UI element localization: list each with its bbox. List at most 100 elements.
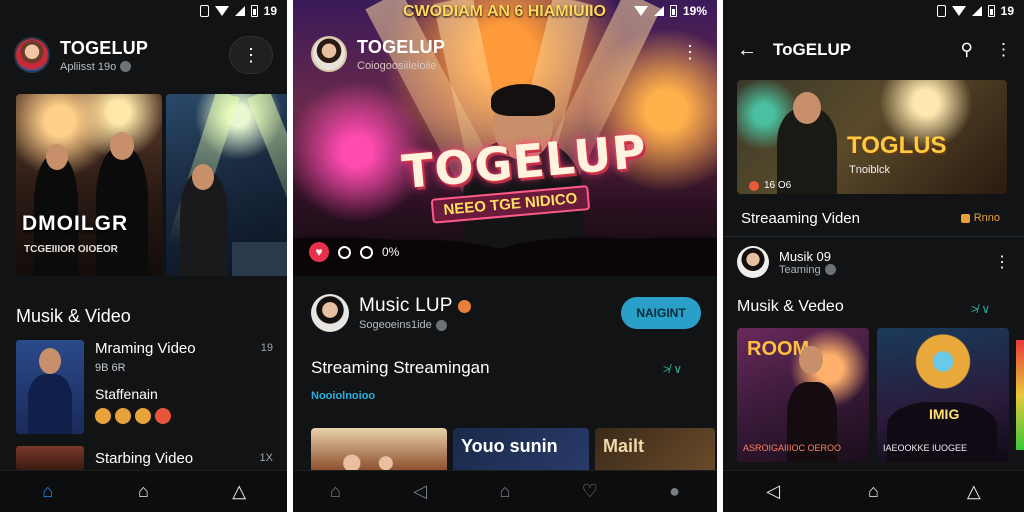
list-item[interactable]: Starbing Video 1X [16, 446, 275, 470]
video-thumbnail[interactable] [16, 340, 84, 434]
channel-avatar[interactable] [311, 36, 347, 72]
section-title: Musik & Video [16, 306, 131, 326]
item-more[interactable]: 1X [260, 452, 273, 464]
divider [723, 236, 1024, 237]
status-text: 19 [263, 4, 277, 18]
channel-subtitle: Apliisst 19o [60, 60, 117, 73]
channel-avatar[interactable] [737, 246, 769, 278]
section-title: Musik & Vedeo [737, 298, 844, 315]
home-outline-icon[interactable]: ⌂ [862, 481, 884, 503]
home-icon[interactable]: ⌂ [324, 481, 346, 503]
back-icon[interactable]: ◁ [762, 481, 784, 503]
item-title: Mraming Video [95, 340, 196, 357]
more-options-icon[interactable]: ⋮ [681, 42, 699, 63]
search-icon[interactable]: ⚲ [961, 40, 973, 60]
verified-icon [120, 61, 132, 72]
reaction-row [95, 408, 275, 424]
card-subtitle: IAEOOKKE IUOGEE [883, 443, 968, 454]
banner-title: DMOILGR [22, 212, 129, 235]
music-card[interactable]: ROOM ASROIGAIIIOC OEROO [737, 328, 869, 462]
heart-icon[interactable]: ♡ [579, 481, 601, 503]
wifi-icon [214, 6, 229, 16]
see-all-link[interactable]: ≯ ∨ [971, 302, 990, 316]
heart-icon[interactable]: ♥ [309, 242, 329, 262]
emoji-icon[interactable] [135, 408, 151, 424]
video-card[interactable]: Mailt [595, 428, 715, 472]
channel-subtitle: Teaming [779, 263, 821, 276]
cell-signal-icon [971, 6, 982, 16]
sub-channel-subtitle: Sogeoeins1ide [359, 319, 432, 331]
item-title: Starbing Video [95, 450, 194, 467]
nfc-icon [199, 5, 209, 17]
home-outline-icon[interactable]: ⌂ [494, 481, 516, 503]
stream-title: Streaaming Viden [741, 210, 860, 227]
next-card-peek[interactable] [1016, 340, 1024, 450]
channel-subtitle: Coiogoosiileioile [357, 59, 437, 72]
section-link[interactable]: Nooiolnoioo [311, 390, 375, 402]
featured-banner[interactable]: DMOILGR TCGEIIIOR OIOEOR [16, 94, 162, 276]
stream-badge[interactable]: Rnno [960, 212, 1000, 224]
banner-subtitle: TCGEIIIOR OIOEOR [24, 244, 118, 255]
battery-icon [669, 5, 677, 17]
back-icon[interactable]: ◁ [409, 481, 431, 503]
performer-head [46, 144, 68, 170]
video-thumbnail[interactable] [16, 446, 84, 470]
battery-icon [250, 5, 258, 17]
home-outline-icon[interactable]: ⌂ [132, 481, 154, 503]
featured-banner-secondary[interactable] [166, 94, 287, 276]
video-card[interactable]: Youo sunin [453, 428, 589, 472]
see-all-link[interactable]: ≯ ∨ [663, 362, 682, 376]
item-more[interactable]: 19 [261, 342, 273, 354]
status-text: 19% [682, 4, 707, 18]
wifi-icon [633, 6, 648, 16]
emoji-icon[interactable] [95, 408, 111, 424]
page-title: ToGELUP [773, 40, 852, 59]
card-row: Youo sunin Mailt [311, 428, 715, 472]
channel-title: TOGELUP [60, 37, 149, 58]
banner-title: TOGLUS [847, 132, 947, 159]
music-card[interactable]: IMIG IAEOOKKE IUOGEE [877, 328, 1009, 462]
list-item[interactable]: Mraming Video 9B 6R Staffenain 19 [16, 340, 275, 434]
back-arrow-icon[interactable]: ← [737, 39, 757, 62]
banner-subtitle: Tnoiblck [849, 164, 890, 176]
verified-icon [824, 264, 836, 275]
subscribe-button[interactable]: NAIGINT [621, 297, 701, 329]
cell-signal-icon [234, 6, 245, 16]
channel-avatar[interactable] [311, 294, 349, 332]
emoji-icon[interactable] [155, 408, 171, 424]
share-icon[interactable]: △ [963, 481, 985, 503]
profile-icon[interactable]: ● [664, 481, 686, 503]
battery-icon [987, 5, 995, 17]
channel-avatar[interactable] [14, 37, 50, 73]
video-card[interactable] [311, 428, 447, 472]
channel-header: TOGELUP Apliisst 19o ⋮ [14, 34, 273, 76]
bottom-navigation: ◁ ⌂ △ [723, 470, 1024, 512]
share-icon[interactable]: △ [228, 481, 250, 503]
emoji-icon[interactable] [115, 408, 131, 424]
item-title-secondary: Staffenain [95, 386, 158, 402]
comment-icon[interactable] [338, 245, 351, 259]
card-label: Youo sunin [461, 436, 558, 456]
status-bar: 19% [633, 0, 707, 22]
more-options-icon[interactable]: ⋮ [995, 40, 1012, 60]
phone-screen-detail: 19 ← ToGELUP ⚲ ⋮ TOGLUS Tnoiblck 16 O6 S… [723, 0, 1024, 512]
share-icon[interactable] [360, 245, 373, 259]
performer-head [799, 346, 823, 374]
section-title: Streaming Streamingan [311, 358, 490, 377]
status-text: 19 [1000, 4, 1014, 18]
subscription-row: Music LUP Sogeoeins1ide NAIGINT [311, 294, 701, 332]
channel-row: Musik 09 Teaming ⋮ [737, 246, 1010, 278]
bottom-navigation: ⌂ ⌂ △ [0, 470, 287, 512]
more-options-icon[interactable]: ⋮ [994, 252, 1010, 272]
card-subtitle: ASROIGAIIIOC OEROO [743, 443, 842, 454]
phone-screen-video: TOGELUP NEEO TGE NIDICO CWODIAM AN 6 HIA… [293, 0, 717, 512]
channel-title: TOGELUP [357, 36, 446, 57]
home-icon[interactable]: ⌂ [37, 481, 59, 503]
nfc-icon [936, 5, 946, 17]
live-icon [749, 180, 759, 191]
badge-icon [960, 213, 970, 223]
more-options-button[interactable]: ⋮ [229, 36, 273, 74]
verified-icon [435, 319, 447, 331]
hero-count: 0% [382, 245, 400, 259]
featured-banner[interactable]: TOGLUS Tnoiblck 16 O6 [737, 80, 1007, 194]
